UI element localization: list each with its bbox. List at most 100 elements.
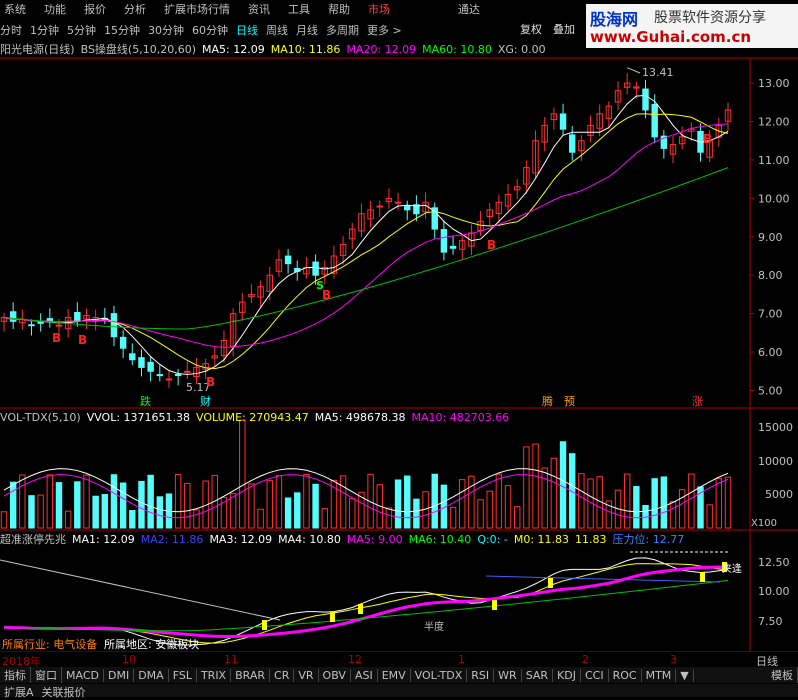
volume-bar — [275, 475, 283, 529]
volume-bar — [19, 474, 26, 529]
status-ext-a[interactable]: 扩展A — [0, 684, 38, 699]
volume-bar — [294, 492, 301, 529]
price-tick-label: 11.00 — [758, 154, 790, 167]
price-tick-label: 9.00 — [758, 231, 783, 244]
sig-decline-line — [0, 559, 281, 621]
banjia-label: 半度 — [424, 620, 444, 633]
zhang-marker: 涨 — [692, 395, 703, 408]
tab-vol-tdx[interactable]: VOL-TDX — [411, 668, 468, 682]
tab-roc[interactable]: ROC — [609, 668, 642, 682]
candle-body — [284, 255, 292, 265]
volume-bar — [239, 419, 246, 529]
tab-dmi[interactable]: DMI — [104, 668, 135, 682]
tab-kdj[interactable]: KDJ — [553, 668, 581, 682]
volume-bar — [74, 481, 81, 529]
volume-bar — [339, 475, 347, 529]
candle-body — [28, 324, 35, 327]
region-label: 所属地区: 安徽板块 — [104, 637, 199, 651]
cai-marker: 财 — [200, 394, 211, 408]
date-tick: 10 — [122, 653, 136, 666]
vol-ma5-value: MA5: 498678.38 — [314, 410, 406, 424]
sig-ma6: MA6: 10.40 — [408, 532, 472, 546]
tab-rsi[interactable]: RSI — [467, 668, 495, 682]
tab-cci[interactable]: CCI — [581, 668, 609, 682]
candle-body — [568, 134, 576, 153]
sig-tick: 12.50 — [758, 556, 790, 569]
candle-body — [440, 229, 448, 253]
buy-marker: B — [487, 238, 496, 252]
sig-m0b: 11.83 — [575, 532, 607, 546]
volume-bar — [578, 473, 585, 529]
kline-chart[interactable]: 13.00 12.00 11.00 10.00 9.00 8.00 7.00 6.00 5.00… — [0, 0, 798, 652]
volume-bar — [37, 494, 44, 529]
tab-cr[interactable]: CR — [270, 668, 295, 682]
sig-tick: 10.00 — [758, 585, 790, 598]
price-axis: 13.00 12.00 11.00 10.00 9.00 8.00 7.00 6.00 5.00 — [750, 77, 790, 397]
volume-bar — [266, 480, 273, 529]
tab-dma[interactable]: DMA — [134, 668, 169, 682]
tab-brar[interactable]: BRAR — [231, 668, 271, 682]
price-tick-label: 5.00 — [758, 384, 783, 397]
volume-bar — [28, 495, 35, 529]
candle-body — [559, 113, 567, 130]
candle-body — [119, 336, 127, 349]
vol-name[interactable]: VOL-TDX(5,10) — [0, 411, 81, 424]
volume-bar — [394, 479, 402, 529]
volume-bar — [174, 474, 182, 529]
volume-bar — [138, 480, 145, 529]
buy-marker: B — [703, 132, 712, 146]
vol-panel-header: VOL-TDX(5,10) VVOL: 1371651.38 VOLUME: 2… — [0, 410, 515, 424]
volume-value: VOLUME: 270943.47 — [196, 410, 309, 424]
volume-bar — [431, 473, 438, 529]
volume-bar — [550, 457, 558, 529]
buy-marker: B — [206, 375, 215, 389]
sig-name[interactable]: 超准涨停先兆 — [0, 531, 66, 547]
volume-bar — [678, 489, 686, 529]
volume-bar — [504, 485, 512, 529]
tab-fsl[interactable]: FSL — [169, 668, 197, 682]
volume-bar — [651, 478, 658, 529]
date-tick: 12 — [348, 653, 362, 666]
tab-indicator[interactable]: 指标 — [0, 667, 31, 683]
date-tick: 1 — [458, 653, 465, 666]
date-axis: 2018年 10 11 12 1 2 3 日线 — [0, 653, 798, 668]
tab-emv[interactable]: EMV — [378, 668, 411, 682]
tab-window[interactable]: 窗口 — [31, 667, 62, 683]
volume-bar — [724, 476, 732, 529]
volume-bar — [193, 509, 200, 529]
tab-vr[interactable]: VR — [294, 668, 319, 682]
status-linked-quote[interactable]: 关联报价 — [38, 684, 90, 699]
tab-mtm[interactable]: MTM — [642, 668, 677, 682]
volume-bar — [523, 446, 530, 529]
tab-wr[interactable]: WR — [494, 668, 522, 682]
candle-body — [394, 201, 402, 204]
dash-marker: - — [232, 314, 236, 327]
sig-ma4-line — [3, 579, 729, 632]
buy-marker: B — [78, 333, 87, 347]
vol-unit: X100 — [751, 518, 777, 529]
sell-marker: S — [316, 279, 324, 292]
volume-bar — [257, 508, 264, 529]
candle-body — [74, 312, 81, 322]
sig-ma2: MA2: 11.86 — [140, 532, 204, 546]
tab-trix[interactable]: TRIX — [197, 668, 232, 682]
tab-obv[interactable]: OBV — [319, 668, 351, 682]
tab-asi[interactable]: ASI — [351, 668, 378, 682]
candle-body — [147, 361, 154, 372]
volume-bar — [623, 473, 631, 529]
tab-more-icon[interactable]: ▼ — [676, 668, 694, 682]
template-button[interactable]: 模板 — [767, 667, 798, 683]
volume-bar — [9, 481, 17, 529]
volume-bar — [559, 441, 567, 529]
tab-macd[interactable]: MACD — [62, 668, 104, 682]
candle-body — [110, 313, 118, 338]
price-tick-label: 7.00 — [758, 308, 783, 321]
tab-sar[interactable]: SAR — [522, 668, 554, 682]
volume-bar — [312, 483, 319, 529]
volume-bar — [486, 490, 493, 529]
date-tick: 3 — [670, 653, 677, 666]
volume-bar — [83, 474, 90, 529]
volume-bar — [385, 507, 393, 529]
sig-pressure: 压力位: 12.77 — [612, 533, 685, 546]
status-bar: 扩展A 关联报价 — [0, 684, 798, 699]
